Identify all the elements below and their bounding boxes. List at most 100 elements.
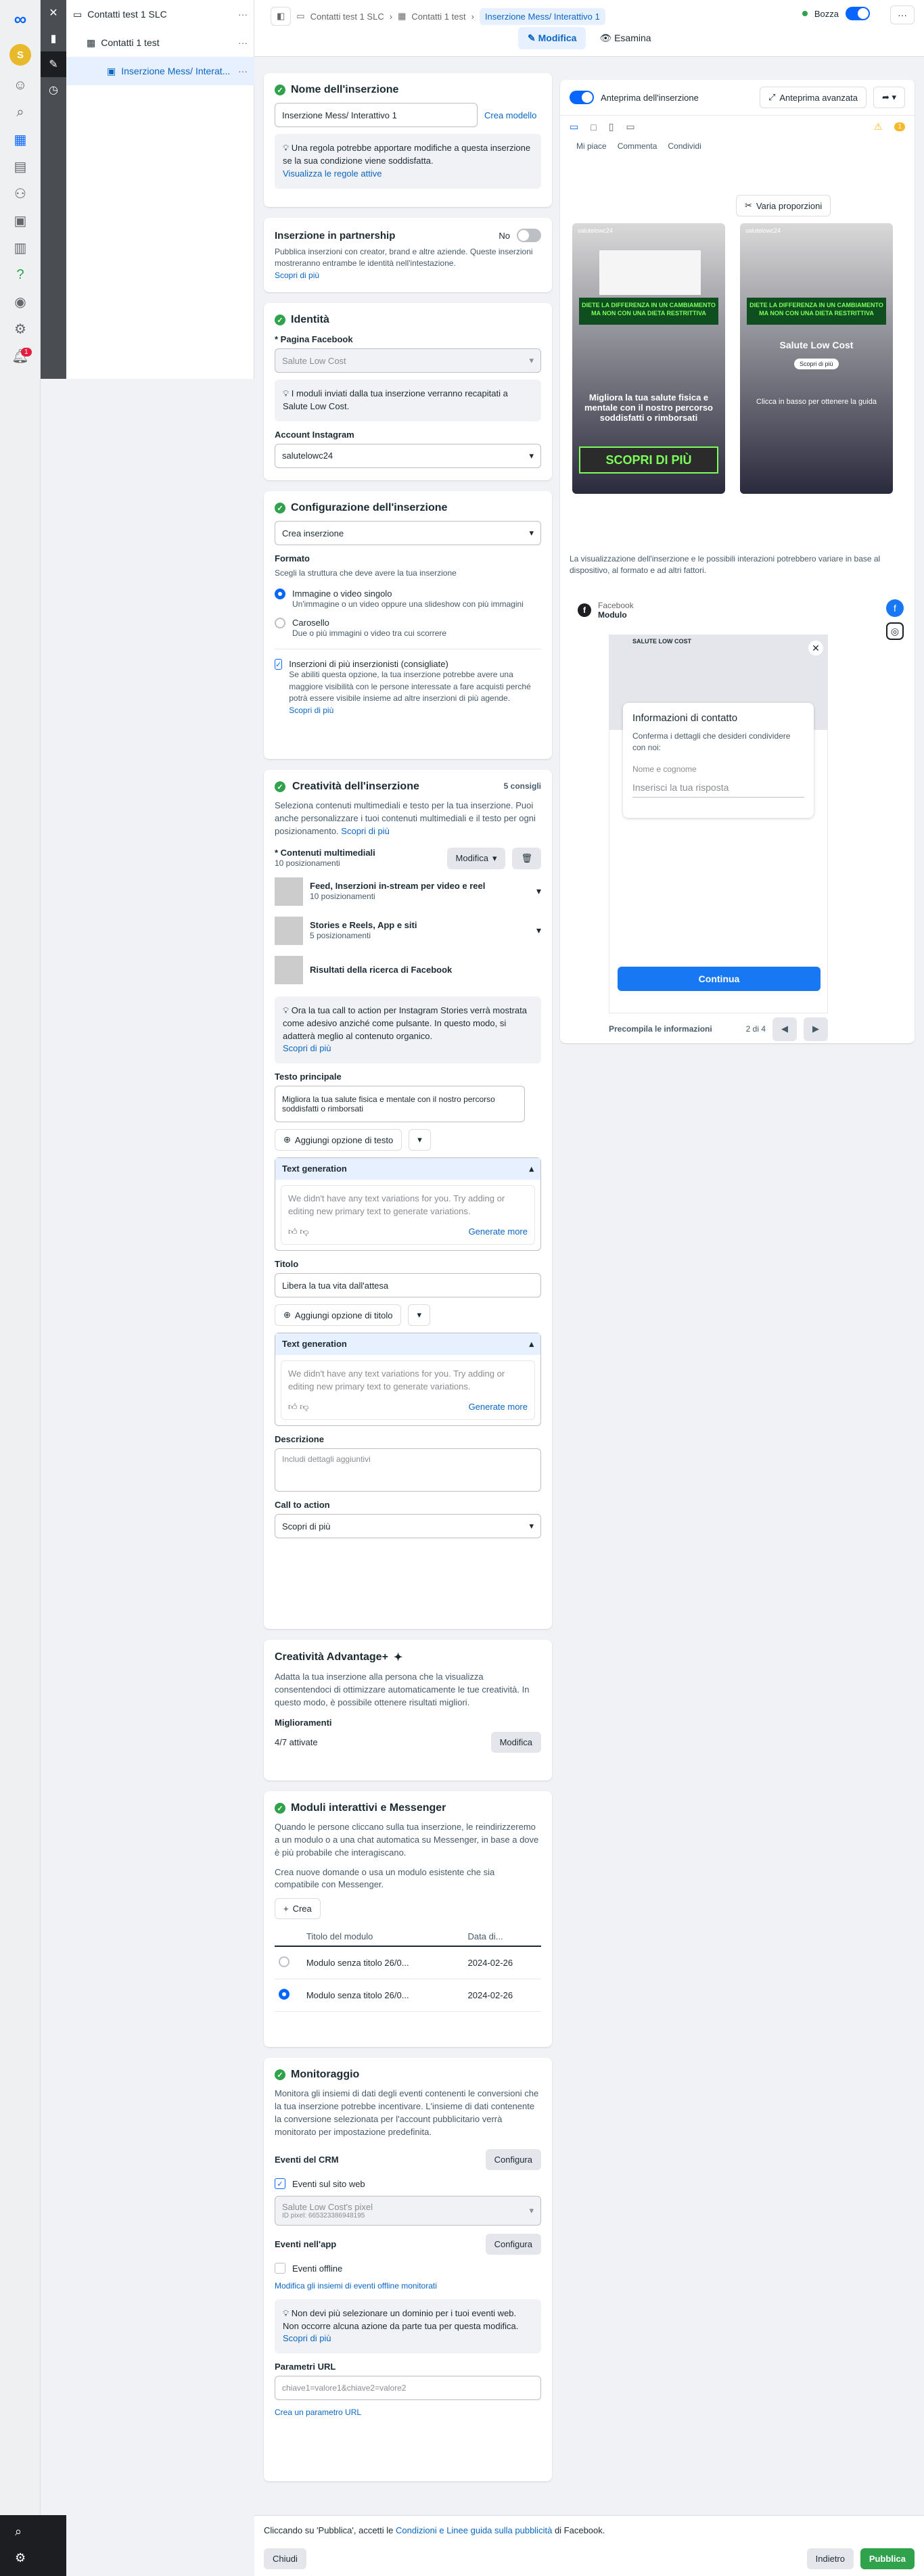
history-icon[interactable]: ◷ — [41, 77, 66, 103]
more-icon[interactable]: ··· — [238, 9, 248, 20]
tab-review[interactable]: 👁︎ Esamina — [590, 27, 660, 49]
trash-icon[interactable]: 🗑︎ — [512, 847, 541, 869]
create-url-param-link[interactable]: Crea un parametro URL — [275, 2407, 541, 2418]
facebook-icon[interactable]: f — [886, 599, 904, 617]
generate-more-button[interactable]: Generate more — [469, 1401, 528, 1414]
billing-icon[interactable]: ▥ — [0, 234, 41, 261]
story-thumbnail[interactable]: salutelowc24 DIETE LA DIFFERENZA IN UN C… — [572, 223, 725, 494]
table-icon[interactable]: ▦ — [0, 126, 41, 153]
description-input[interactable]: Includi dettagli aggiuntivi — [275, 1448, 541, 1492]
thumbs-icons[interactable]: 👍︎ 👎︎ — [288, 1226, 308, 1239]
publish-toggle[interactable] — [846, 7, 870, 20]
tools-icon[interactable]: ▣ — [0, 207, 41, 234]
multi-advertiser-option[interactable]: ✓ Inserzioni di più inserzionisti (consig… — [275, 659, 541, 717]
device-square-icon[interactable]: □ — [591, 122, 596, 133]
back-button[interactable]: Indietro — [806, 2548, 854, 2569]
instagram-account-select[interactable]: salutelowc24 ▾ — [275, 443, 541, 468]
table-row[interactable]: Modulo senza titolo 26/0... 2024-02-26 — [275, 1946, 541, 1980]
table-row[interactable]: Modulo senza titolo 26/0... 2024-02-26 — [275, 1979, 541, 2013]
settings-icon[interactable]: ⚙ — [0, 315, 41, 342]
close-icon[interactable]: ✕ — [808, 641, 823, 656]
placement-row[interactable]: Risultati della ricerca di Facebook — [275, 955, 541, 984]
more-icon[interactable]: ··· — [238, 66, 248, 76]
offline-events-link[interactable]: Modifica gli insiemi di eventi offline m… — [275, 2280, 541, 2292]
device-desktop-icon[interactable]: ▭ — [570, 121, 578, 133]
more-options-button[interactable]: ··· — [890, 5, 915, 24]
pages-icon[interactable]: ▤ — [0, 153, 41, 180]
form-answer-input[interactable]: Inserisci la tua risposta — [632, 782, 804, 798]
add-text-option-button[interactable]: ⊕ Aggiungi opzione di testo — [275, 1129, 402, 1151]
warning-icon[interactable]: ⚠ — [874, 121, 883, 133]
configure-crm-button[interactable]: Configura — [485, 2149, 541, 2171]
web-events-checkbox[interactable]: ✓ — [275, 2178, 285, 2190]
chart-icon[interactable]: ▮ — [41, 26, 66, 51]
crumb-ad[interactable]: Inserzione Mess/ Interattivo 1 — [479, 7, 605, 25]
tab-edit[interactable]: ✎ Modifica — [518, 27, 586, 49]
url-params-input[interactable]: chiave1=valore1&chiave2=valore2 — [275, 2376, 541, 2401]
search-footer-icon[interactable]: ⌕ — [0, 2515, 66, 2548]
tree-adset[interactable]: ▦ Contatti 1 test ··· — [66, 28, 254, 57]
settings-footer-icon[interactable]: ⚙ — [0, 2548, 66, 2568]
terms-link[interactable]: Condizioni e Linee guida sulla pubblicit… — [396, 2525, 552, 2535]
notifications-icon[interactable]: 🔔︎ — [0, 342, 41, 369]
edit-media-button[interactable]: Modifica ▾ — [446, 847, 506, 869]
help-icon[interactable]: ? — [0, 261, 41, 288]
create-form-button[interactable]: + Crea — [275, 1898, 321, 1920]
account-avatar[interactable]: S — [9, 44, 31, 66]
publish-button[interactable]: Pubblica — [860, 2548, 915, 2569]
ad-name-input[interactable]: Inserzione Mess/ Interattivo 1 — [275, 103, 478, 127]
tips-badge[interactable]: 5 consigli — [504, 781, 541, 792]
form-radio[interactable] — [279, 1989, 290, 2000]
configure-app-button[interactable]: Configura — [485, 2234, 541, 2255]
crumb-campaign[interactable]: Contatti test 1 SLC — [310, 12, 384, 22]
generate-more-button[interactable]: Generate more — [469, 1226, 528, 1239]
chevron-down-icon[interactable]: ▾ — [536, 886, 541, 897]
chevron-down-icon[interactable]: ▾ — [536, 925, 541, 936]
learn-more-link[interactable]: Scopri di più — [283, 2333, 331, 2343]
close-button[interactable]: Chiudi — [264, 2548, 306, 2569]
crumb-adset[interactable]: Contatti 1 test — [411, 12, 465, 22]
share-icon[interactable]: ➦ ▾ — [873, 87, 905, 108]
edit-pencil-icon[interactable]: ✎ — [41, 51, 66, 77]
inbox-icon[interactable]: ◉ — [0, 288, 41, 315]
placement-row[interactable]: Stories e Reels, App e siti 5 posizioname… — [275, 916, 541, 945]
instagram-icon[interactable]: ◎ — [886, 622, 904, 640]
advanced-preview-button[interactable]: ⤢ Anteprima avanzata — [759, 87, 867, 108]
cta-select[interactable]: Scopri di più ▾ — [275, 1514, 541, 1539]
preview-toggle[interactable] — [570, 91, 594, 104]
create-template-link[interactable]: Crea modello — [484, 110, 536, 120]
next-icon[interactable]: ▶ — [804, 1017, 828, 1041]
create-ad-select[interactable]: Crea inserzione ▾ — [275, 521, 541, 545]
partnership-toggle[interactable] — [517, 229, 541, 242]
continue-button[interactable]: Continua — [618, 967, 821, 991]
headline-input[interactable]: Libera la tua vita dall'attesa — [275, 1273, 541, 1298]
thumbs-icons[interactable]: 👍︎ 👎︎ — [288, 1401, 308, 1414]
prev-icon[interactable]: ◀ — [772, 1017, 797, 1041]
chevron-up-icon[interactable]: ▴ — [529, 1164, 534, 1174]
meta-logo-icon[interactable]: ∞ — [0, 0, 41, 38]
facebook-page-select[interactable]: Salute Low Cost ▾ — [275, 348, 541, 373]
close-icon[interactable]: ✕ — [41, 0, 66, 26]
audiences-icon[interactable]: ⚇ — [0, 180, 41, 207]
tree-ad[interactable]: ▣ Inserzione Mess/ Interat... ··· — [66, 57, 254, 85]
chevron-down-icon[interactable]: ▾ — [409, 1129, 431, 1151]
pixel-select[interactable]: Salute Low Cost's pixel ID pixel: 6653233… — [275, 2196, 541, 2226]
search-icon[interactable]: ⌕ — [0, 99, 41, 126]
vary-ratio-button[interactable]: ✂ Varia proporzioni — [736, 195, 831, 216]
view-rules-link[interactable]: Visualizza le regole attive — [283, 168, 382, 179]
offline-events-checkbox[interactable] — [275, 2263, 285, 2274]
more-icon[interactable]: ··· — [238, 37, 248, 48]
form-radio[interactable] — [279, 1956, 290, 1968]
placement-row[interactable]: Feed, Inserzioni in-stream per video e r… — [275, 877, 541, 906]
tree-campaign[interactable]: ▭ Contatti test 1 SLC ··· — [66, 0, 254, 28]
device-wide-icon[interactable]: ▭ — [626, 121, 634, 133]
learn-more-link[interactable]: Scopri di più — [283, 1043, 331, 1053]
learn-more-link[interactable]: Scopri di più — [275, 271, 319, 280]
reel-thumbnail[interactable]: salutelowc24 DIETE LA DIFFERENZA IN UN C… — [740, 223, 893, 494]
edit-improvements-button[interactable]: Modifica — [490, 1731, 541, 1753]
device-phone-icon[interactable]: ▯ — [609, 121, 614, 133]
radio-carousel[interactable] — [275, 617, 285, 628]
multi-advertiser-checkbox[interactable]: ✓ — [275, 659, 283, 670]
learn-more-link[interactable]: Scopri di più — [289, 706, 333, 715]
add-headline-option-button[interactable]: ⊕ Aggiungi opzione di titolo — [275, 1304, 402, 1327]
